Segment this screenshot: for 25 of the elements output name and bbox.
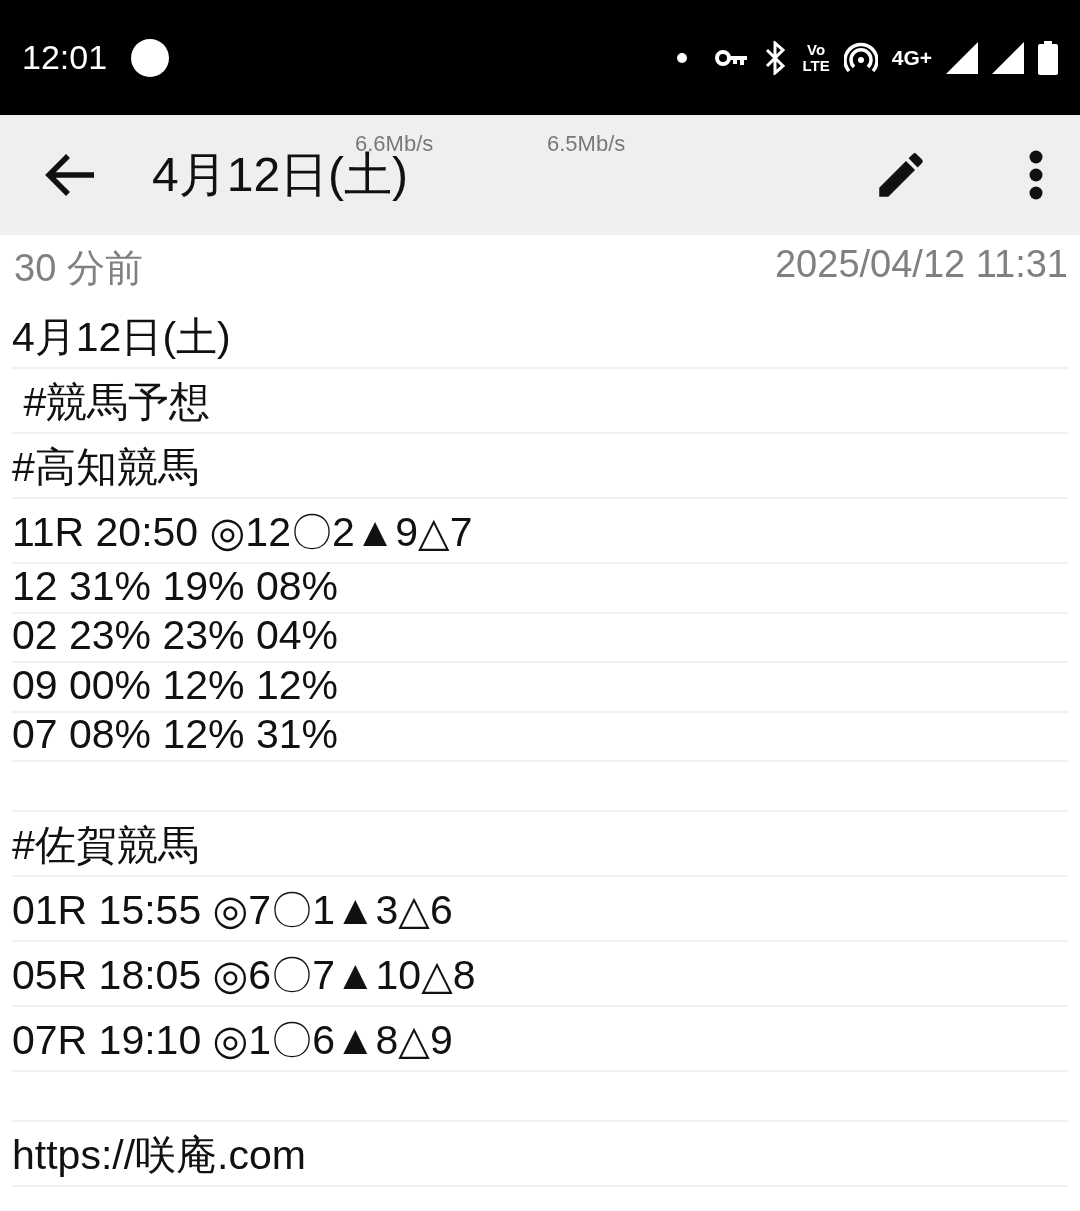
- circle-icon: [131, 38, 170, 77]
- signal-icon: [946, 41, 978, 74]
- note-line: #競馬予想: [12, 369, 1068, 434]
- speed-indicator: 6.5Mb/s: [547, 131, 626, 157]
- note-line: 09 00% 12% 12%: [12, 663, 1068, 713]
- relative-time: 30 分前: [14, 246, 143, 291]
- network-type: 4G+: [891, 46, 932, 70]
- battery-icon: [1038, 40, 1058, 75]
- dot-icon: [676, 52, 687, 63]
- note-line: https://咲庵.com: [12, 1122, 1068, 1187]
- note-line: #佐賀競馬: [12, 812, 1068, 877]
- volte-indicator: Vo LTE: [802, 41, 830, 74]
- note-line: 11R 20:50 ◎12〇2▲9△7: [12, 499, 1068, 564]
- note-line: 07 08% 12% 31%: [12, 712, 1068, 762]
- note-line: 4月12日(土): [12, 304, 1068, 369]
- note-line: 12 31% 19% 08%: [12, 564, 1068, 614]
- clock: 12:01: [22, 38, 108, 77]
- note-line: 07R 19:10 ◎1〇6▲8△9: [12, 1007, 1068, 1072]
- signal-icon: [992, 41, 1024, 74]
- note-line: #高知競馬: [12, 434, 1068, 499]
- note-line: 01R 15:55 ◎7〇1▲3△6: [12, 877, 1068, 942]
- note-line: 02 23% 23% 04%: [12, 613, 1068, 663]
- note-line: 05R 18:05 ◎6〇7▲10△8: [12, 942, 1068, 1007]
- hotspot-icon: [843, 41, 878, 74]
- timestamp: 2025/04/12 11:31: [775, 243, 1068, 287]
